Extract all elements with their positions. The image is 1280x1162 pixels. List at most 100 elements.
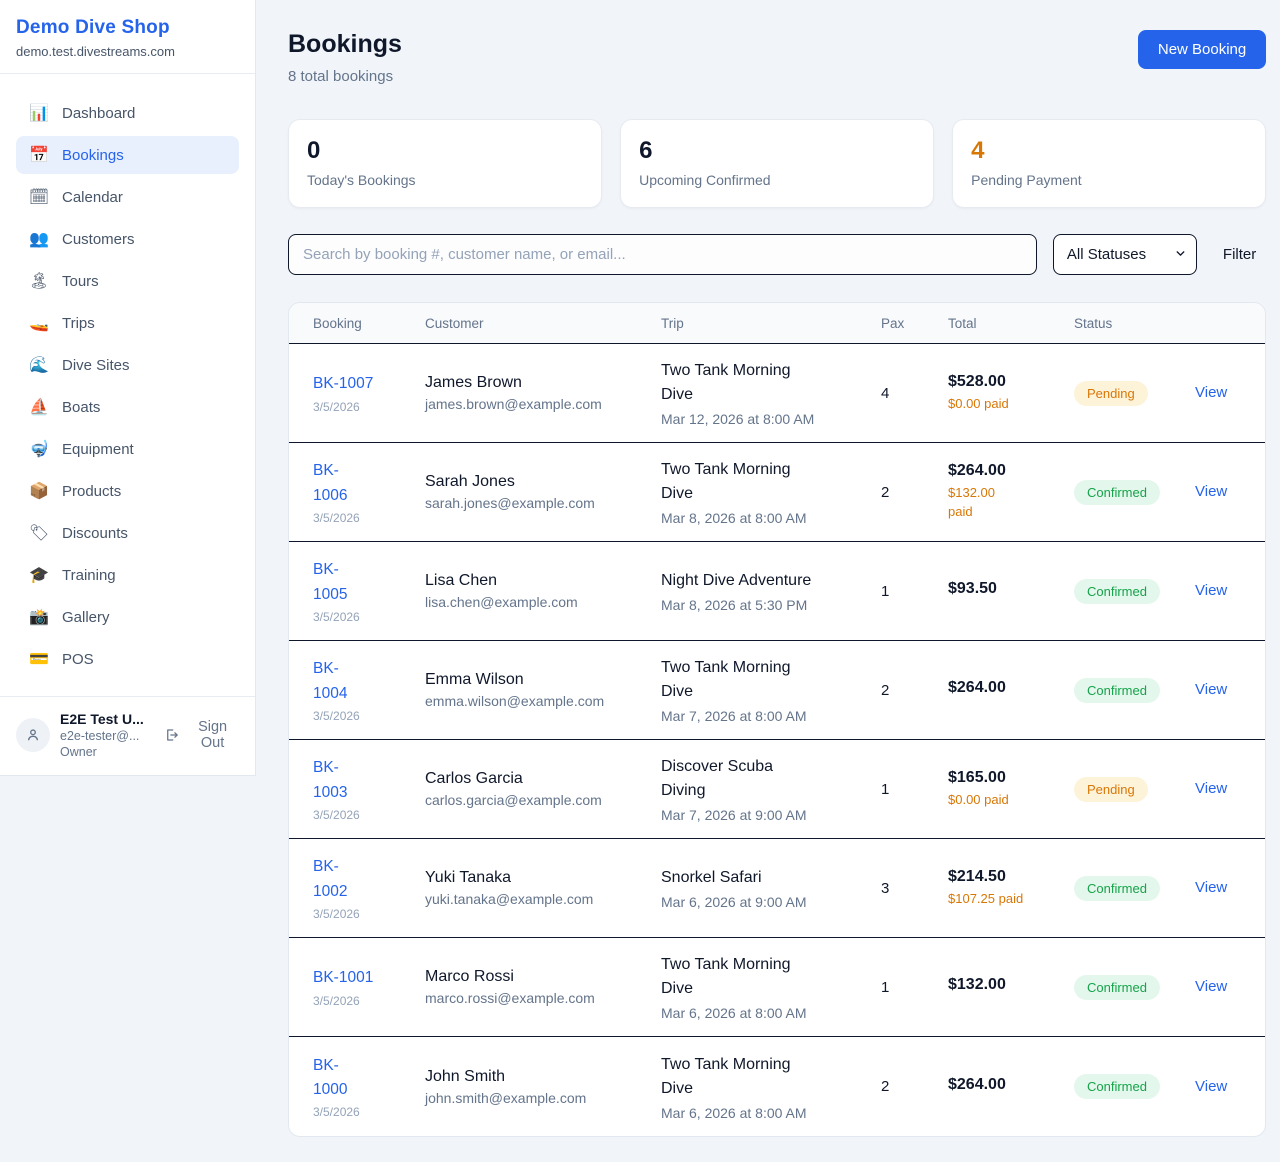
nav-item-icon: 🌊 [28,355,50,375]
sidebar-nav-item[interactable]: 📸 Gallery [16,598,239,636]
sidebar: Demo Dive Shop demo.test.divestreams.com… [0,0,256,776]
booking-id-link[interactable]: BK-1001 [313,966,411,990]
booking-created-date: 3/5/2026 [313,511,411,525]
nav-item-icon: 🏷 [28,523,50,543]
user-role: Owner [60,745,154,759]
nav-item-label: Dashboard [62,105,135,122]
total-amount: $214.50 [948,868,1060,886]
bookings-count-subtitle: 8 total bookings [288,68,402,85]
sidebar-nav-item[interactable]: 🚤 Trips [16,304,239,342]
trip-cell: Discover Scuba Diving Mar 7, 2026 at 9:0… [661,755,881,823]
nav-item-icon: 📅 [28,145,50,165]
booking-cell: BK-1007 3/5/2026 [313,372,425,413]
total-amount: $93.50 [948,580,1060,598]
booking-cell: BK- 1002 3/5/2026 [313,855,425,920]
pax-count: 2 [881,1078,948,1095]
trip-cell: Two Tank Morning Dive Mar 6, 2026 at 8:0… [661,1053,881,1121]
booking-id-link[interactable]: BK- 1000 [313,1054,411,1102]
view-booking-link[interactable]: View [1195,1078,1227,1095]
total-cell: $264.00 [948,1076,1074,1098]
booking-cell: BK- 1006 3/5/2026 [313,459,425,524]
customer-name: Sarah Jones [425,473,647,491]
total-amount: $528.00 [948,373,1060,391]
booking-created-date: 3/5/2026 [313,610,411,624]
status-badge: Confirmed [1074,876,1160,901]
view-booking-link[interactable]: View [1195,978,1227,995]
booking-id-link[interactable]: BK- 1003 [313,756,411,804]
customer-name: James Brown [425,374,647,392]
sidebar-nav-item[interactable]: 🎓 Training [16,556,239,594]
status-cell: Pending [1074,381,1195,406]
booking-id-link[interactable]: BK- 1004 [313,657,411,705]
status-cell: Confirmed [1074,975,1195,1000]
page-title: Bookings [288,30,402,59]
booking-created-date: 3/5/2026 [313,400,411,414]
booking-id-link[interactable]: BK-1007 [313,372,411,396]
booking-id-link[interactable]: BK- 1005 [313,558,411,606]
total-cell: $264.00 $132.00 paid [948,462,1074,522]
sidebar-nav-item[interactable]: 🌊 Dive Sites [16,346,239,384]
sidebar-nav-item[interactable]: 🏝 Tours [16,262,239,300]
booking-table-row: BK- 1002 3/5/2026 Yuki Tanaka yuki.tanak… [289,839,1265,938]
trip-cell: Two Tank Morning Dive Mar 12, 2026 at 8:… [661,359,881,427]
paid-amount: $132.00 paid [948,484,1060,522]
sidebar-nav-item[interactable]: 🏷 Discounts [16,514,239,552]
col-header-pax: Pax [881,316,948,331]
filter-button[interactable]: Filter [1213,246,1266,263]
trip-datetime: Mar 6, 2026 at 8:00 AM [661,1005,867,1021]
booking-id-link[interactable]: BK- 1006 [313,459,411,507]
trip-name: Two Tank Morning Dive [661,359,867,407]
sidebar-nav-item[interactable]: 📦 Products [16,472,239,510]
total-cell: $132.00 [948,976,1074,998]
customer-cell: Yuki Tanaka yuki.tanaka@example.com [425,869,661,907]
customer-email: lisa.chen@example.com [425,594,647,610]
sign-out-button[interactable]: Sign Out [164,719,239,751]
sidebar-nav-item[interactable]: 🤿 Equipment [16,430,239,468]
sidebar-nav: 📊 Dashboard 📅 Bookings 🗓 Calendar 👥 Cust… [0,74,255,696]
nav-item-label: Training [62,567,116,584]
sidebar-nav-item[interactable]: 📊 Dashboard [16,94,239,132]
nav-item-label: Dive Sites [62,357,130,374]
customer-name: John Smith [425,1068,647,1086]
status-cell: Confirmed [1074,1074,1195,1099]
view-booking-link[interactable]: View [1195,582,1227,599]
customer-cell: Emma Wilson emma.wilson@example.com [425,671,661,709]
view-booking-link[interactable]: View [1195,483,1227,500]
trip-name: Two Tank Morning Dive [661,656,867,704]
view-booking-link[interactable]: View [1195,879,1227,896]
booking-created-date: 3/5/2026 [313,808,411,822]
new-booking-button[interactable]: New Booking [1138,30,1266,69]
search-input[interactable] [288,234,1037,275]
paid-amount: $0.00 paid [948,395,1060,414]
status-badge: Confirmed [1074,480,1160,505]
col-header-customer: Customer [425,316,661,331]
sidebar-nav-item[interactable]: 🗓 Calendar [16,178,239,216]
stat-value: 0 [307,137,583,165]
page-header: Bookings 8 total bookings New Booking [288,30,1266,85]
trip-cell: Two Tank Morning Dive Mar 6, 2026 at 8:0… [661,953,881,1021]
stat-value: 6 [639,137,915,165]
customer-cell: James Brown james.brown@example.com [425,374,661,412]
status-filter-select[interactable]: All Statuses [1053,234,1197,275]
status-cell: Confirmed [1074,876,1195,901]
sidebar-nav-item[interactable]: 📅 Bookings [16,136,239,174]
view-booking-link[interactable]: View [1195,681,1227,698]
customer-cell: Sarah Jones sarah.jones@example.com [425,473,661,511]
customer-email: carlos.garcia@example.com [425,792,647,808]
booking-id-link[interactable]: BK- 1002 [313,855,411,903]
customer-name: Yuki Tanaka [425,869,647,887]
sidebar-nav-item[interactable]: 👥 Customers [16,220,239,258]
nav-item-icon: ⛵ [28,397,50,417]
customer-cell: John Smith john.smith@example.com [425,1068,661,1106]
stat-value: 4 [971,137,1247,165]
view-booking-link[interactable]: View [1195,384,1227,401]
booking-cell: BK- 1004 3/5/2026 [313,657,425,722]
pax-count: 1 [881,781,948,798]
nav-item-icon: 📦 [28,481,50,501]
view-booking-link[interactable]: View [1195,780,1227,797]
booking-cell: BK- 1005 3/5/2026 [313,558,425,623]
sidebar-nav-item[interactable]: ⛵ Boats [16,388,239,426]
status-badge: Confirmed [1074,678,1160,703]
trip-name: Snorkel Safari [661,866,867,890]
sidebar-nav-item[interactable]: 💳 POS [16,640,239,678]
